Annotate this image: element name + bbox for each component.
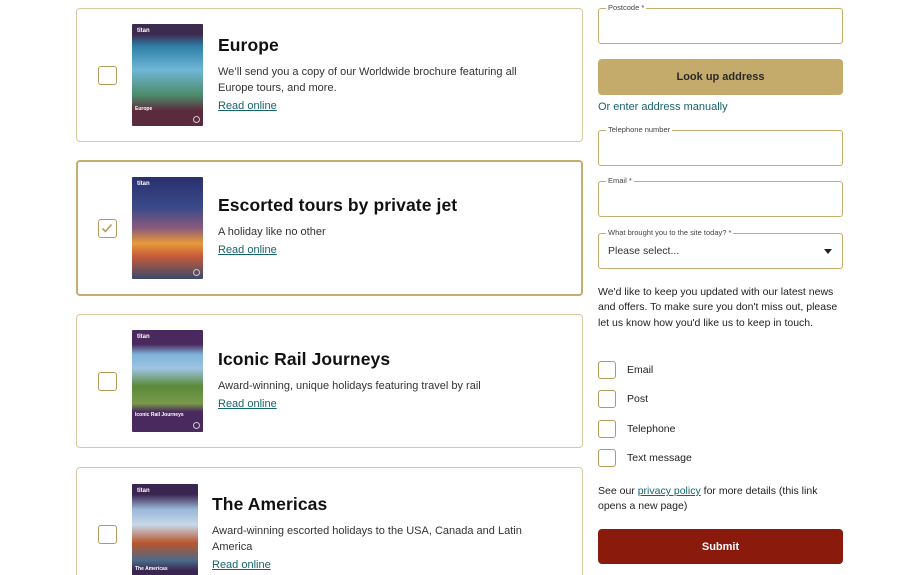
checkmark-icon [101, 223, 113, 233]
brochure-checkbox-americas[interactable] [98, 525, 117, 544]
postcode-field[interactable]: Postcode * [598, 3, 843, 44]
email-label: Email * [606, 176, 634, 185]
contact-option-label: Email [627, 364, 654, 376]
contact-checkbox[interactable] [598, 449, 616, 467]
contact-checkbox[interactable] [598, 390, 616, 408]
contact-option-label: Telephone [627, 423, 676, 435]
seal-icon [193, 116, 200, 123]
enter-address-manually-link[interactable]: Or enter address manually [598, 101, 728, 113]
source-label: What brought you to the site today? * [606, 228, 734, 237]
privacy-prefix: See our [598, 485, 638, 497]
brochure-checkbox-private-jet[interactable] [98, 219, 117, 238]
brochure-title: Europe [218, 35, 279, 55]
brochure-cover-rail: titan Iconic Rail Journeys [132, 330, 203, 432]
brochure-description: Award-winning, unique holidays featuring… [218, 380, 481, 392]
brochure-title: Escorted tours by private jet [218, 195, 458, 215]
brochure-checkbox-rail[interactable] [98, 372, 117, 391]
brochure-card-europe[interactable]: titan Europe Europe We’ll send you a cop… [76, 8, 583, 142]
contact-option-label: Post [627, 393, 649, 405]
read-online-link[interactable]: Read online [212, 559, 271, 571]
read-online-link[interactable]: Read online [218, 244, 277, 256]
contact-option-label: Text message [627, 452, 692, 464]
consent-text: We'd like to keep you updated with our l… [598, 286, 838, 329]
look-up-address-button[interactable]: Look up address [598, 59, 843, 95]
cover-title: Iconic Rail Journeys [135, 412, 184, 418]
telephone-label: Telephone number [606, 125, 673, 134]
seal-icon [193, 269, 200, 276]
brochure-cover-private-jet: titan [132, 177, 203, 279]
brochure-cover-americas: titan The Americas [132, 484, 198, 575]
cover-logo: titan [137, 334, 150, 340]
brochure-description: Award-winning escorted holidays to the U… [212, 525, 522, 553]
privacy-policy-link[interactable]: privacy policy [638, 485, 701, 497]
cover-title: The Americas [135, 566, 168, 572]
contact-checkbox[interactable] [598, 361, 616, 379]
telephone-field[interactable]: Telephone number [598, 125, 843, 166]
read-online-link[interactable]: Read online [218, 100, 277, 112]
seal-icon [193, 422, 200, 429]
brochure-card-americas[interactable]: titan The Americas The Americas Award-wi… [76, 467, 583, 575]
cover-logo: titan [137, 181, 150, 187]
cover-logo: titan [137, 488, 150, 494]
chevron-down-icon [824, 249, 832, 254]
brochure-checkbox-europe[interactable] [98, 66, 117, 85]
brochure-card-private-jet[interactable]: titan Escorted tours by private jet A ho… [76, 160, 583, 296]
postcode-label: Postcode * [606, 3, 647, 12]
cover-logo: titan [137, 28, 150, 34]
read-online-link[interactable]: Read online [218, 398, 277, 410]
source-select[interactable]: What brought you to the site today? * Pl… [598, 228, 843, 269]
privacy-notice: See our privacy policy for more details … [598, 484, 843, 515]
brochure-description: A holiday like no other [218, 226, 326, 238]
contact-checkbox[interactable] [598, 420, 616, 438]
source-selected-value: Please select... [608, 245, 680, 257]
submit-button[interactable]: Submit [598, 529, 843, 564]
brochure-card-rail[interactable]: titan Iconic Rail Journeys Iconic Rail J… [76, 314, 583, 448]
brochure-description: We’ll send you a copy of our Worldwide b… [218, 66, 517, 94]
brochure-title: Iconic Rail Journeys [218, 349, 391, 369]
brochure-title: The Americas [212, 494, 328, 514]
email-field[interactable]: Email * [598, 176, 843, 217]
brochure-cover-europe: titan Europe [132, 24, 203, 126]
cover-title: Europe [135, 106, 153, 112]
